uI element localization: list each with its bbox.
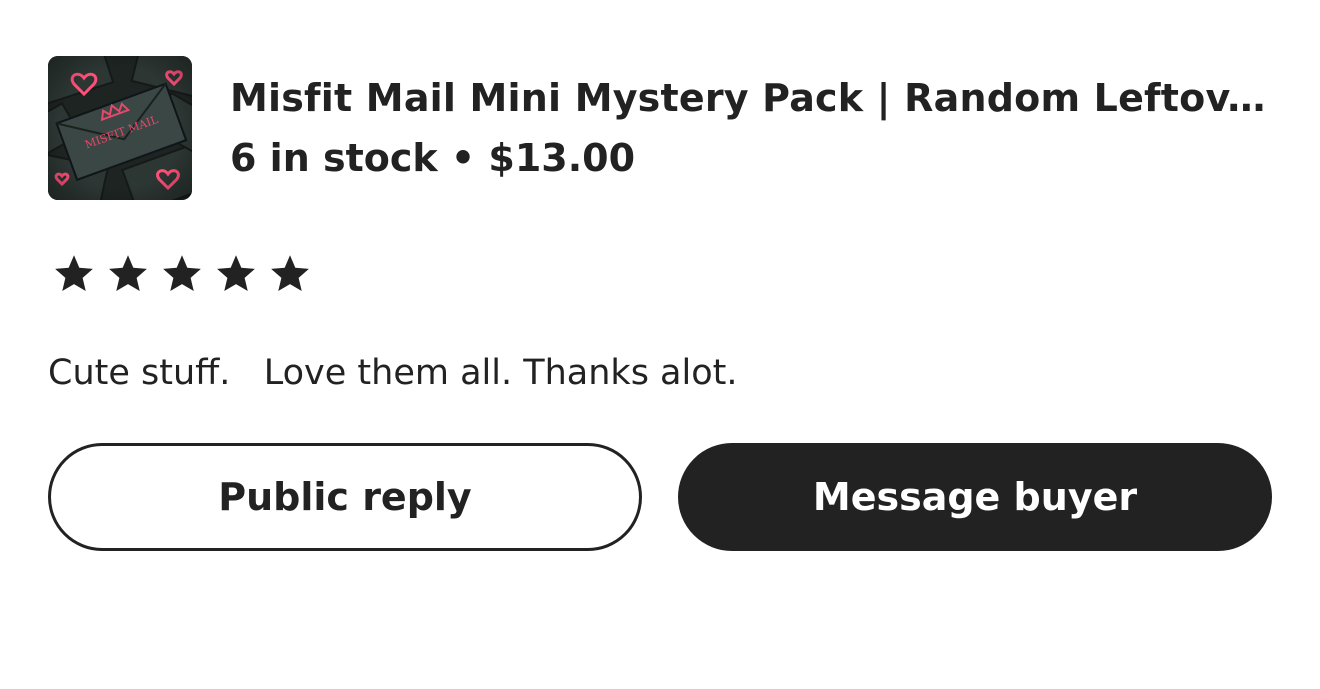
review-text: Cute stuff. Love them all. Thanks alot. [48,353,738,393]
product-title[interactable]: Misfit Mail Mini Mystery Pack | Random L… [230,74,1270,122]
star-icon [55,255,93,292]
star-rating [52,252,312,296]
public-reply-button[interactable]: Public reply [48,443,642,551]
star-icon [217,255,255,292]
star-icon [109,255,147,292]
product-stock-price: 6 in stock • $13.00 [230,136,636,180]
product-summary: MISFIT MAIL Misfit Mail Mini Mystery Pac… [48,56,1270,200]
star-icon [163,255,201,292]
message-buyer-button[interactable]: Message buyer [678,443,1272,551]
product-image: MISFIT MAIL [48,56,192,200]
star-icon [271,255,309,292]
product-info: Misfit Mail Mini Mystery Pack | Random L… [230,74,1270,182]
product-thumbnail[interactable]: MISFIT MAIL [48,56,192,200]
